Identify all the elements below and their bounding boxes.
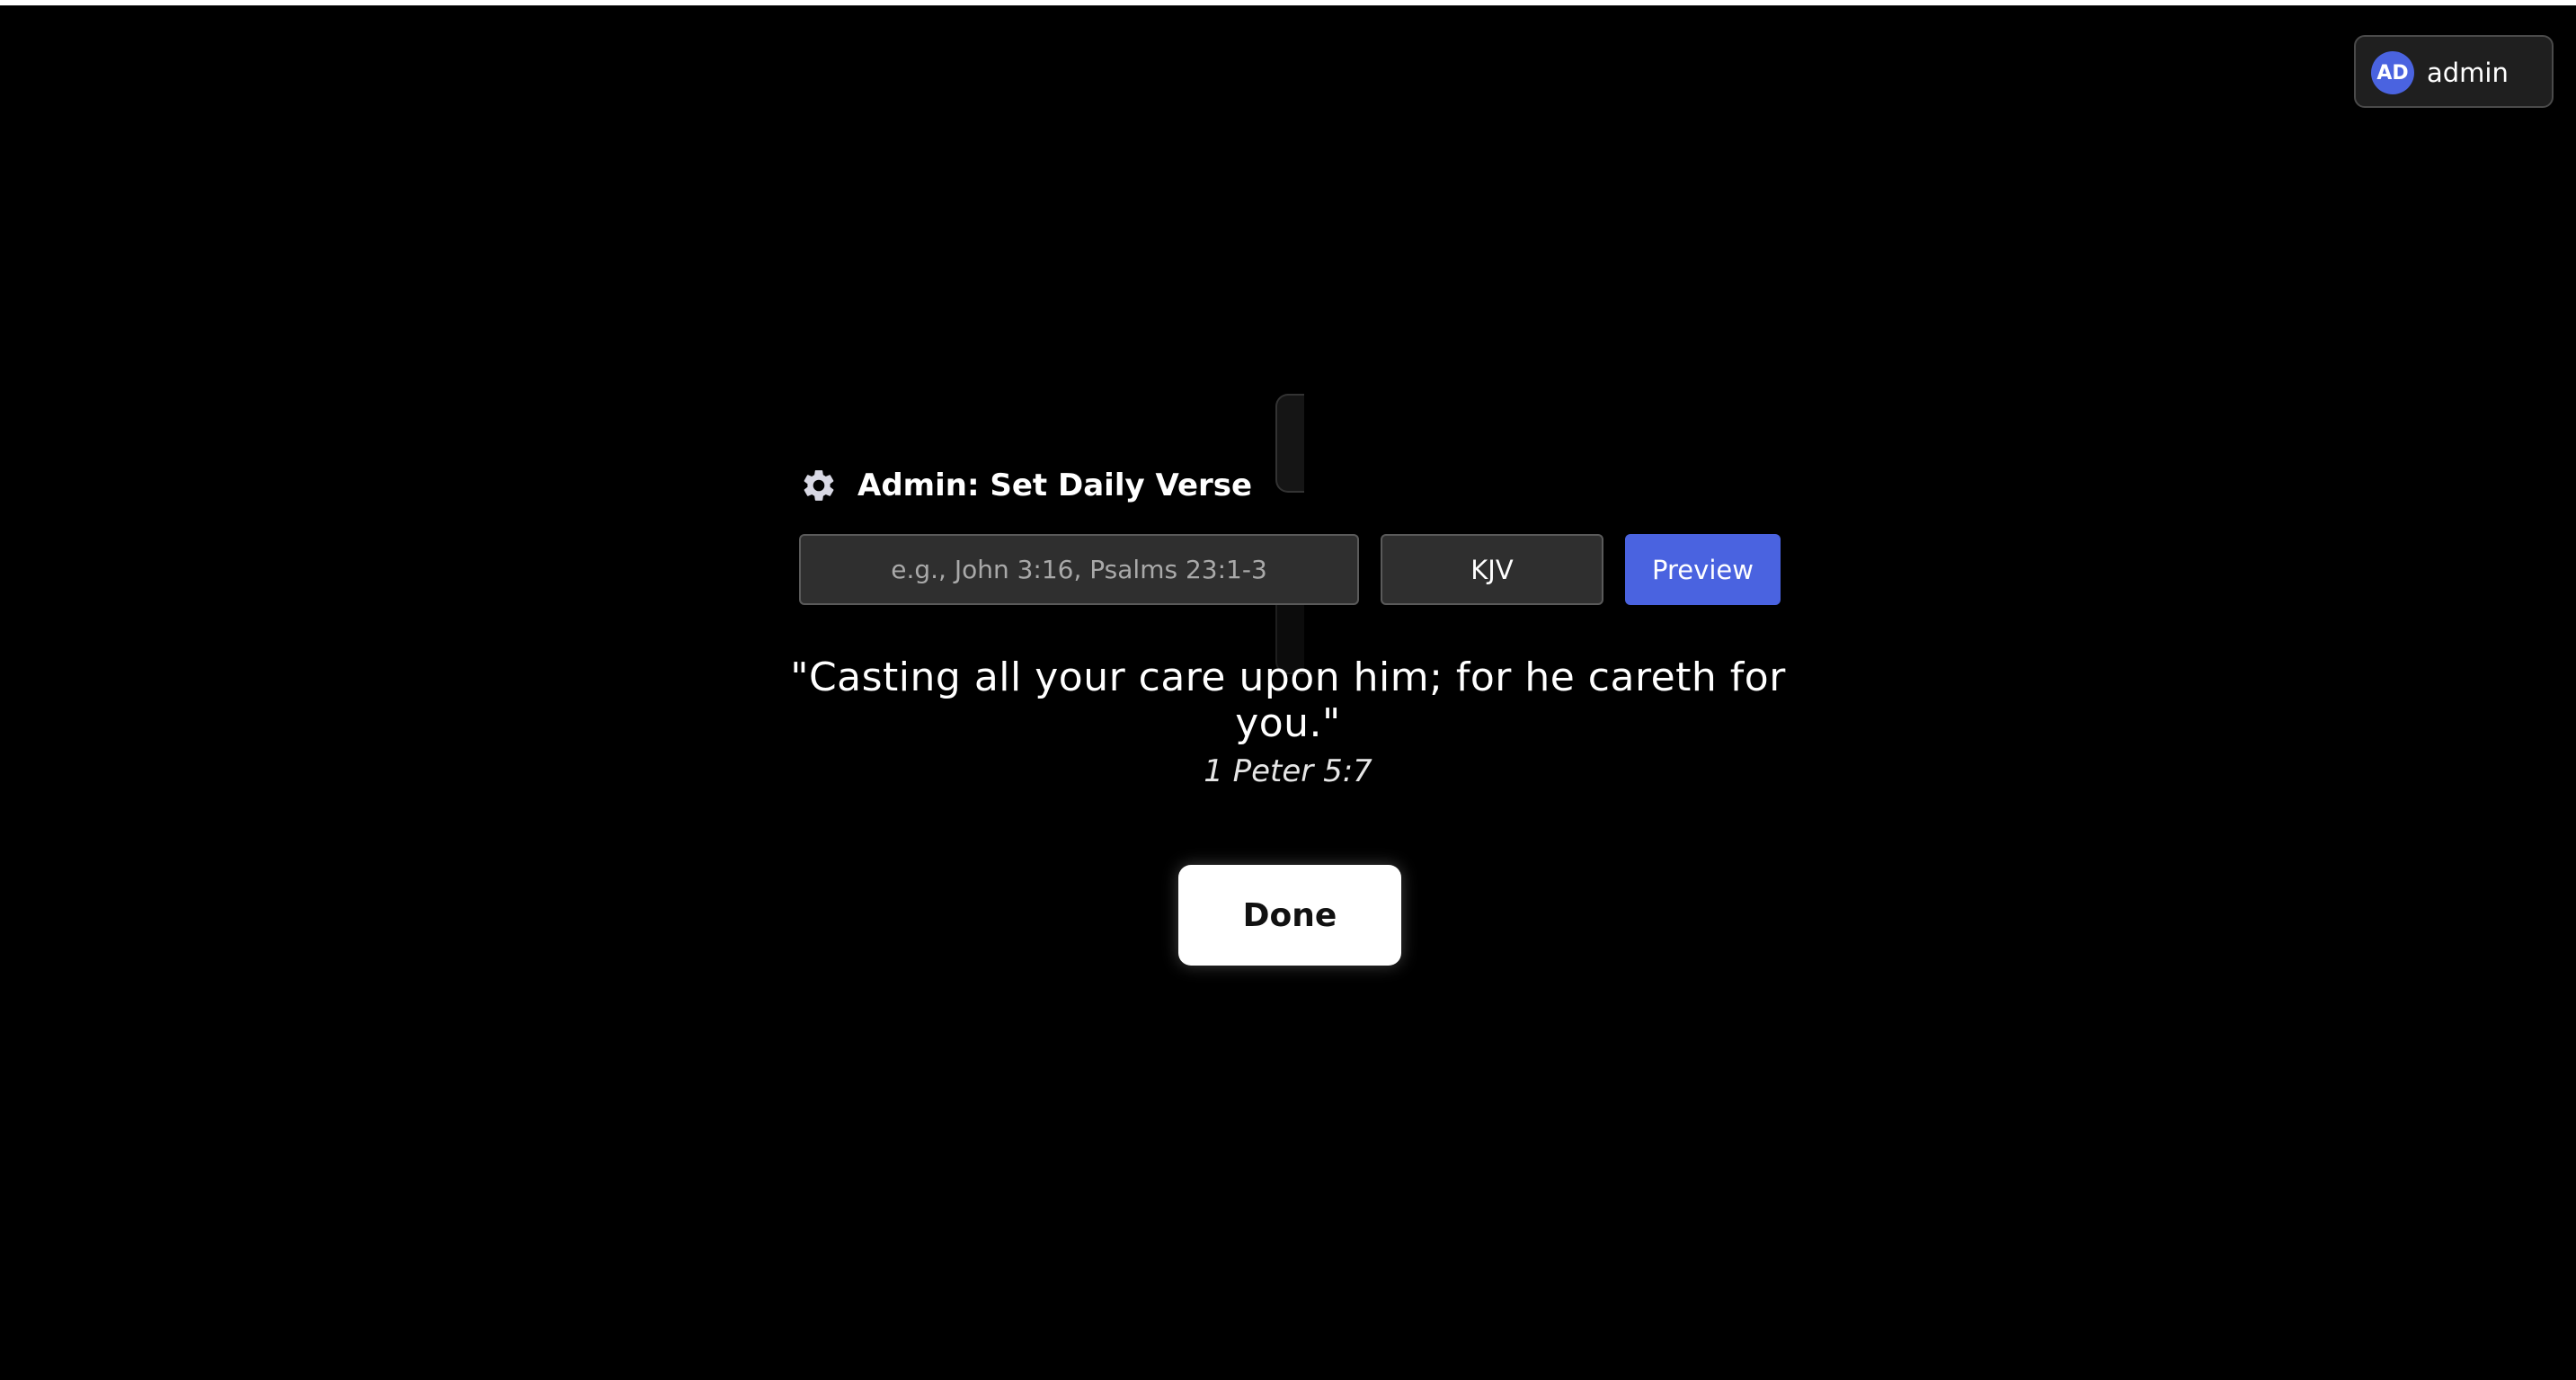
page-title: Admin: Set Daily Verse (857, 467, 1253, 503)
verse-reference: 1 Peter 5:7 (1204, 753, 1372, 789)
side-panel-tab[interactable] (1275, 394, 1304, 493)
avatar: AD (2371, 51, 2414, 94)
gear-icon (804, 470, 834, 501)
user-name: admin (2427, 58, 2509, 88)
done-button[interactable]: Done (1178, 865, 1401, 966)
top-edge-bar (0, 0, 2576, 5)
admin-header: Admin: Set Daily Verse (800, 463, 1252, 508)
verse-reference-input[interactable] (799, 534, 1359, 605)
user-menu-button[interactable]: AD admin (2354, 35, 2554, 108)
verse-text: "Casting all your care upon him; for he … (790, 654, 1786, 746)
preview-button[interactable]: Preview (1625, 534, 1781, 605)
translation-select[interactable]: KJV (1381, 534, 1603, 605)
